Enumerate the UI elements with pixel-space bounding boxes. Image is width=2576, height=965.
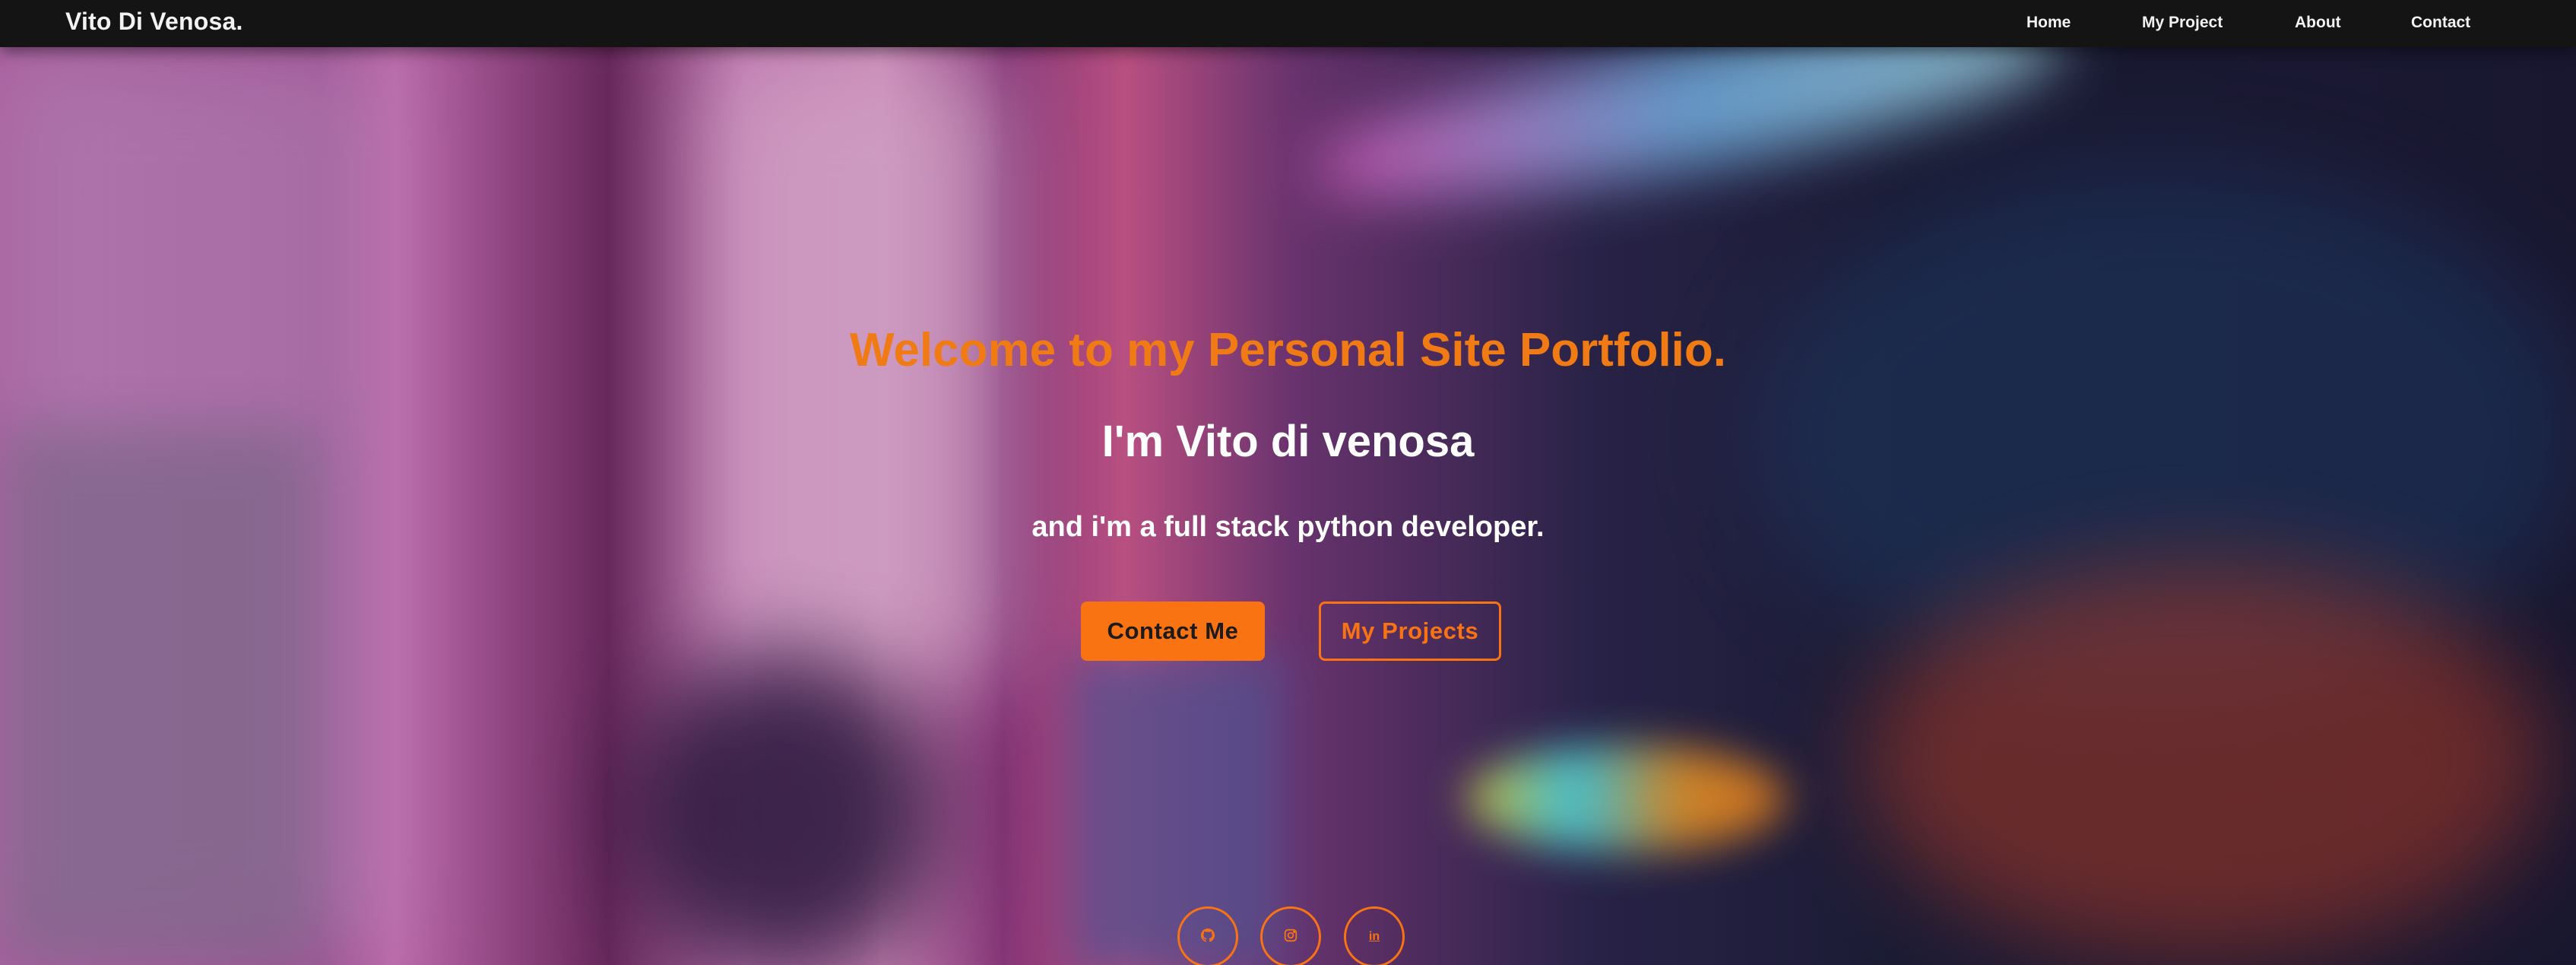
welcome-heading: Welcome to my Personal Site Portfolio. <box>850 324 1726 376</box>
instagram-icon <box>1284 928 1298 946</box>
nav-link-my-project[interactable]: My Project <box>2142 14 2223 32</box>
nav-link-contact[interactable]: Contact <box>2411 14 2470 32</box>
instagram-link[interactable] <box>1260 906 1321 965</box>
top-navbar: Vito Di Venosa. Home My Project About Co… <box>0 0 2576 47</box>
contact-me-button[interactable]: Contact Me <box>1081 602 1265 661</box>
linkedin-link[interactable]: in <box>1344 906 1405 965</box>
brand-logo[interactable]: Vito Di Venosa. <box>65 8 243 36</box>
portfolio-page: Vito Di Venosa. Home My Project About Co… <box>0 0 2576 965</box>
nav-link-home[interactable]: Home <box>2026 14 2071 32</box>
linkedin-icon: in <box>1368 930 1380 943</box>
hero-section: Welcome to my Personal Site Portfolio. I… <box>0 0 2576 965</box>
github-icon <box>1201 928 1215 946</box>
intro-tagline: and i'm a full stack python developer. <box>1031 511 1545 543</box>
nav-link-about[interactable]: About <box>2295 14 2341 32</box>
github-link[interactable] <box>1177 906 1238 965</box>
my-projects-button[interactable]: My Projects <box>1319 602 1501 661</box>
intro-name: I'm Vito di venosa <box>1101 417 1475 466</box>
